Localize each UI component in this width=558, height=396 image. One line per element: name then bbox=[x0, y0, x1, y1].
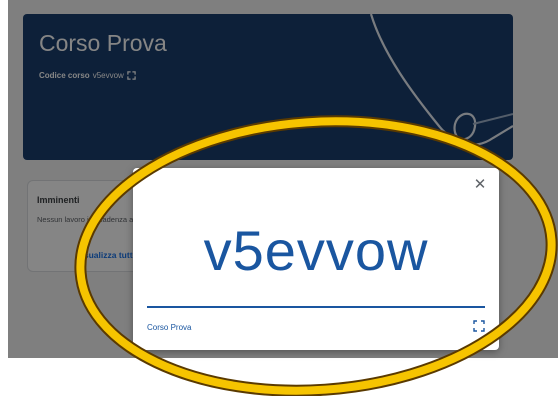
class-code-dialog: ✕ v5evvow Corso Prova bbox=[133, 168, 499, 350]
divider bbox=[147, 306, 485, 308]
dialog-course-name: Corso Prova bbox=[147, 323, 192, 332]
dialog-class-code: v5evvow bbox=[203, 219, 429, 282]
fullscreen-icon[interactable] bbox=[473, 320, 485, 332]
close-icon[interactable]: ✕ bbox=[471, 176, 489, 194]
